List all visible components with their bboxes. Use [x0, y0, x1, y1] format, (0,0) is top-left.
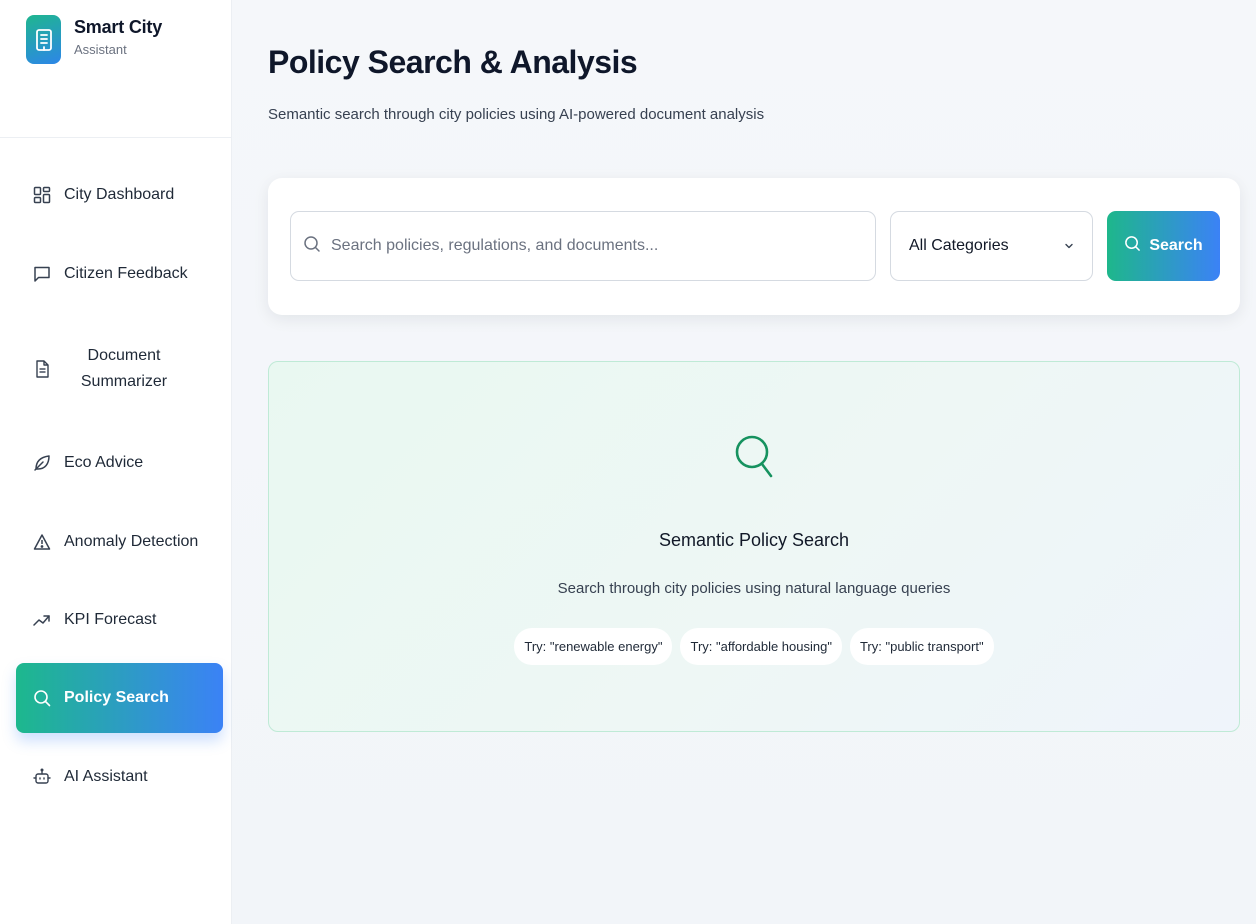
search-button-label: Search	[1149, 237, 1203, 254]
empty-state-panel: Semantic Policy Search Search through ci…	[268, 361, 1240, 732]
search-icon	[1124, 235, 1141, 257]
search-icon	[734, 432, 776, 487]
main-content: Policy Search & Analysis Semantic search…	[232, 0, 1256, 924]
sidebar-item-city-dashboard[interactable]: City Dashboard	[16, 160, 223, 230]
building-icon	[26, 15, 61, 64]
sidebar-item-anomaly-detection[interactable]: Anomaly Detection	[16, 507, 223, 577]
search-input[interactable]	[331, 237, 875, 255]
sidebar-item-kpi-forecast[interactable]: KPI Forecast	[16, 585, 223, 655]
file-text-icon	[32, 359, 52, 379]
page-subtitle: Semantic search through city policies us…	[268, 106, 765, 123]
search-icon	[303, 235, 321, 258]
alert-triangle-icon	[32, 532, 52, 552]
sidebar-item-label: Anomaly Detection	[64, 533, 199, 550]
search-panel: All Categories Search	[268, 178, 1240, 315]
sidebar-item-label: Citizen Feedback	[64, 265, 188, 282]
search-icon	[32, 688, 52, 708]
suggestion-chip[interactable]: Try: "affordable housing"	[680, 628, 842, 665]
sidebar-item-label: KPI Forecast	[64, 611, 157, 628]
sidebar-item-eco-advice[interactable]: Eco Advice	[16, 428, 223, 498]
suggestion-chip[interactable]: Try: "renewable energy"	[514, 628, 673, 665]
search-field[interactable]	[290, 211, 876, 281]
sidebar-item-document-summarizer[interactable]: Document Summarizer	[16, 334, 223, 404]
suggestion-chips: Try: "renewable energy" Try: "affordable…	[269, 628, 1239, 665]
sidebar-item-policy-search[interactable]: Policy Search	[16, 663, 223, 733]
suggestion-chip[interactable]: Try: "public transport"	[849, 628, 994, 665]
message-square-icon	[32, 264, 52, 284]
sidebar: Smart City Assistant City Dashboard Citi…	[0, 0, 232, 924]
leaf-icon	[32, 453, 52, 473]
sidebar-item-ai-assistant[interactable]: AI Assistant	[16, 742, 223, 812]
sidebar-item-label: AI Assistant	[64, 768, 148, 785]
brand-subtitle: Assistant	[74, 42, 127, 57]
trending-up-icon	[32, 610, 52, 630]
bot-icon	[32, 767, 52, 787]
grid-icon	[32, 185, 52, 205]
page-title: Policy Search & Analysis	[268, 44, 638, 80]
sidebar-item-citizen-feedback[interactable]: Citizen Feedback	[16, 239, 223, 309]
sidebar-item-label: Document Summarizer	[80, 347, 168, 390]
category-select[interactable]: All Categories	[890, 211, 1093, 281]
category-select-value: All Categories	[909, 237, 1009, 254]
chevron-down-icon	[1064, 238, 1074, 256]
empty-state-title: Semantic Policy Search	[658, 530, 850, 550]
sidebar-item-label: Policy Search	[64, 689, 169, 706]
sidebar-item-label: City Dashboard	[64, 186, 175, 203]
brand-title: Smart City	[74, 17, 163, 37]
sidebar-item-label: Eco Advice	[64, 454, 144, 471]
empty-state-subtitle: Search through city policies using natur…	[557, 580, 951, 597]
brand: Smart City Assistant	[0, 0, 231, 138]
search-button[interactable]: Search	[1107, 211, 1220, 281]
